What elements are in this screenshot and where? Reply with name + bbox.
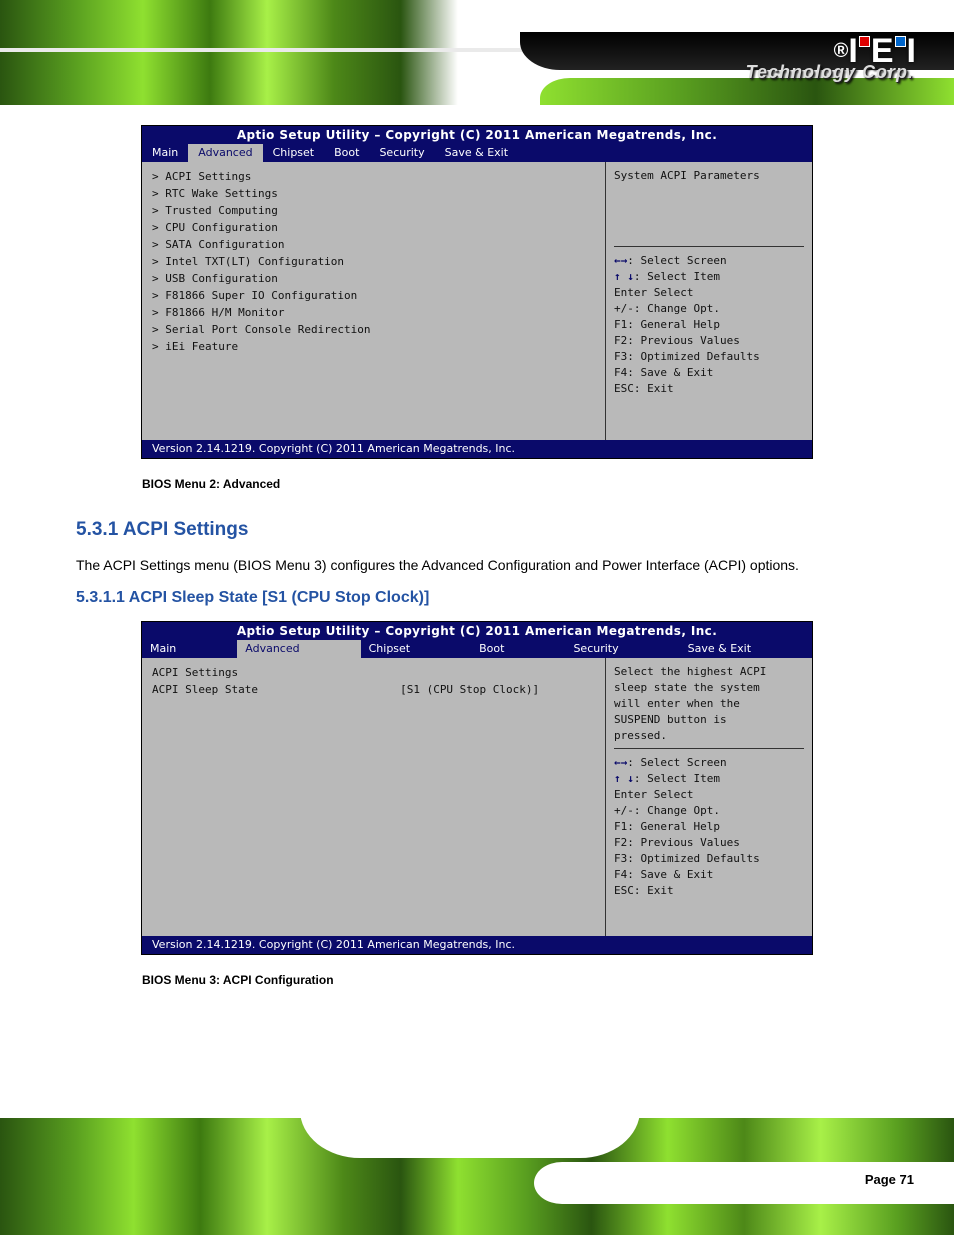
tab-security[interactable]: Security bbox=[565, 640, 679, 658]
bios-tab-row: Main Advanced Chipset Boot Security Save… bbox=[142, 144, 812, 162]
item-label: > USB Configuration bbox=[152, 270, 400, 287]
tab-security[interactable]: Security bbox=[369, 144, 434, 162]
list-item[interactable]: > Intel TXT(LT) Configuration bbox=[152, 253, 595, 270]
list-item[interactable]: > F81866 H/M Monitor bbox=[152, 304, 595, 321]
item-label: > RTC Wake Settings bbox=[152, 185, 400, 202]
arrow-up-down-icon: ↑ ↓ bbox=[614, 772, 634, 785]
hint-text: sleep state the system bbox=[614, 680, 804, 696]
bios-body: > ACPI Settings > RTC Wake Settings > Tr… bbox=[142, 162, 812, 440]
setting-label: ACPI Sleep State bbox=[152, 681, 400, 698]
key-hint: ESC: Exit bbox=[614, 883, 804, 899]
list-item[interactable]: > CPU Configuration bbox=[152, 219, 595, 236]
hint-text: Select the highest ACPI bbox=[614, 664, 804, 680]
bios-menu-2: Aptio Setup Utility – Copyright (C) 2011… bbox=[141, 125, 813, 459]
hint-text: will enter when the bbox=[614, 696, 804, 712]
hint-text: pressed. bbox=[614, 728, 804, 744]
item-label: > F81866 H/M Monitor bbox=[152, 304, 400, 321]
list-item[interactable]: > Serial Port Console Redirection bbox=[152, 321, 595, 338]
key-hint: : Select Item bbox=[634, 270, 720, 283]
list-item[interactable]: > F81866 Super IO Configuration bbox=[152, 287, 595, 304]
tab-advanced[interactable]: Advanced bbox=[237, 640, 360, 658]
logo-red-dot-icon bbox=[859, 36, 870, 47]
item-label: > CPU Configuration bbox=[152, 219, 400, 236]
key-hint: F2: Previous Values bbox=[614, 835, 804, 851]
bios-right-panel: Select the highest ACPI sleep state the … bbox=[605, 658, 812, 936]
item-label: > ACPI Settings bbox=[152, 168, 400, 185]
list-item[interactable]: ACPI Sleep State [S1 (CPU Stop Clock)] bbox=[152, 681, 595, 698]
list-item[interactable]: > RTC Wake Settings bbox=[152, 185, 595, 202]
divider bbox=[614, 748, 804, 749]
bios-left-panel: ACPI Settings ACPI Sleep State [S1 (CPU … bbox=[142, 658, 605, 936]
tab-chipset[interactable]: Chipset bbox=[263, 144, 325, 162]
item-label: > Intel TXT(LT) Configuration bbox=[152, 253, 400, 270]
list-item[interactable]: > iEi Feature bbox=[152, 338, 595, 355]
list-item[interactable]: > Trusted Computing bbox=[152, 202, 595, 219]
list-item: ACPI Settings bbox=[152, 664, 595, 681]
tab-chipset[interactable]: Chipset bbox=[361, 640, 472, 658]
key-hint: F3: Optimized Defaults bbox=[614, 349, 804, 365]
key-hint: Enter Select bbox=[614, 285, 804, 301]
item-label: ACPI Settings bbox=[152, 664, 400, 681]
section-heading: 5.3.1 ACPI Settings bbox=[76, 519, 884, 541]
tab-boot[interactable]: Boot bbox=[324, 144, 369, 162]
figure-caption: BIOS Menu 3: ACPI Configuration bbox=[142, 973, 884, 987]
item-label: > F81866 Super IO Configuration bbox=[152, 287, 400, 304]
bios-title-bar: Aptio Setup Utility – Copyright (C) 2011… bbox=[142, 622, 812, 640]
bios-menu-3: Aptio Setup Utility – Copyright (C) 2011… bbox=[141, 621, 813, 955]
page-body: Aptio Setup Utility – Copyright (C) 2011… bbox=[0, 105, 954, 987]
setting-value: [S1 (CPU Stop Clock)] bbox=[400, 681, 595, 698]
bios-body: ACPI Settings ACPI Sleep State [S1 (CPU … bbox=[142, 658, 812, 936]
list-item[interactable]: > USB Configuration bbox=[152, 270, 595, 287]
brand-subtitle: Technology Corp. bbox=[746, 62, 914, 83]
key-hint: F3: Optimized Defaults bbox=[614, 851, 804, 867]
bios-status-bar: Version 2.14.1219. Copyright (C) 2011 Am… bbox=[142, 936, 812, 954]
tab-advanced[interactable]: Advanced bbox=[188, 144, 262, 162]
bios-left-panel: > ACPI Settings > RTC Wake Settings > Tr… bbox=[142, 162, 605, 440]
arrow-up-down-icon: ↑ ↓ bbox=[614, 270, 634, 283]
tab-save[interactable]: Save & Exit bbox=[680, 640, 812, 658]
hint-text: System ACPI Parameters bbox=[614, 168, 804, 184]
key-hint: F4: Save & Exit bbox=[614, 365, 804, 381]
key-hint: F2: Previous Values bbox=[614, 333, 804, 349]
list-item[interactable]: > SATA Configuration bbox=[152, 236, 595, 253]
arrow-left-right-icon: ←→ bbox=[614, 756, 627, 769]
divider bbox=[614, 246, 804, 247]
key-hint: +/-: Change Opt. bbox=[614, 803, 804, 819]
section-paragraph: The ACPI Settings menu (BIOS Menu 3) con… bbox=[76, 555, 884, 575]
item-label: > Serial Port Console Redirection bbox=[152, 321, 400, 338]
key-hint: : Select Item bbox=[634, 772, 720, 785]
item-label: > iEi Feature bbox=[152, 338, 400, 355]
bios-tab-row: Main Advanced Chipset Boot Security Save… bbox=[142, 640, 812, 658]
bios-title-bar: Aptio Setup Utility – Copyright (C) 2011… bbox=[142, 126, 812, 144]
key-hint: : Select Screen bbox=[627, 254, 726, 267]
tab-boot[interactable]: Boot bbox=[471, 640, 565, 658]
page-number: Page 71 bbox=[865, 1172, 914, 1187]
key-hint: +/-: Change Opt. bbox=[614, 301, 804, 317]
tab-main[interactable]: Main bbox=[142, 640, 237, 658]
registered-mark: ® bbox=[834, 40, 849, 63]
figure-caption: BIOS Menu 2: Advanced bbox=[142, 477, 884, 491]
key-hint: F1: General Help bbox=[614, 819, 804, 835]
key-hint: : Select Screen bbox=[627, 756, 726, 769]
hint-text: SUSPEND button is bbox=[614, 712, 804, 728]
footer-curve bbox=[300, 1118, 640, 1158]
bios-right-panel: System ACPI Parameters ←→: Select Screen… bbox=[605, 162, 812, 440]
arrow-left-right-icon: ←→ bbox=[614, 254, 627, 267]
key-hint: F1: General Help bbox=[614, 317, 804, 333]
key-hint: F4: Save & Exit bbox=[614, 867, 804, 883]
page-footer: Page 71 bbox=[0, 1118, 954, 1235]
list-item[interactable]: > ACPI Settings bbox=[152, 168, 595, 185]
key-hint: Enter Select bbox=[614, 787, 804, 803]
subsection-heading: 5.3.1.1 ACPI Sleep State [S1 (CPU Stop C… bbox=[76, 589, 884, 607]
bios-status-bar: Version 2.14.1219. Copyright (C) 2011 Am… bbox=[142, 440, 812, 458]
key-hint: ESC: Exit bbox=[614, 381, 804, 397]
tab-save[interactable]: Save & Exit bbox=[435, 144, 518, 162]
item-label: > SATA Configuration bbox=[152, 236, 400, 253]
logo-blue-dot-icon bbox=[895, 36, 906, 47]
tab-main[interactable]: Main bbox=[142, 144, 188, 162]
page-header: ® I E I Technology Corp. bbox=[0, 0, 954, 105]
item-label: > Trusted Computing bbox=[152, 202, 400, 219]
